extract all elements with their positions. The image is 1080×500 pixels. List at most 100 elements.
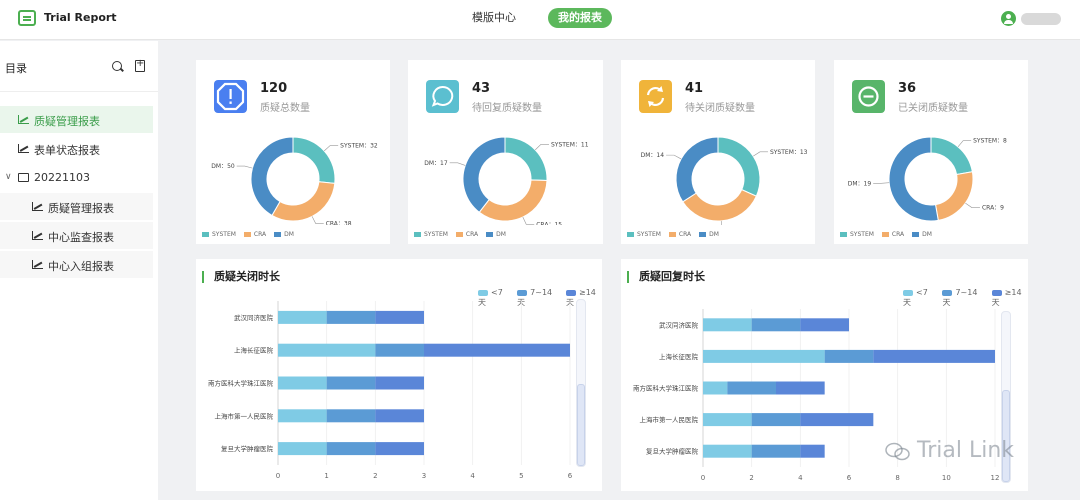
chart-zoom-handle[interactable] (577, 384, 585, 466)
pie-legend: SYSTEM CRA DM (840, 231, 932, 238)
sidebar-item-form-status[interactable]: 表单状态报表 (0, 135, 153, 162)
label-leader-line (522, 216, 535, 225)
donut-slice-system[interactable] (717, 136, 761, 197)
bar-segment[interactable] (375, 310, 424, 324)
bar-segment[interactable] (800, 413, 874, 427)
y-category-label: 上海长征医院 (659, 352, 699, 361)
tab-my-reports[interactable]: 我的报表 (548, 8, 612, 28)
x-tick-label: 0 (701, 474, 705, 482)
donut-slice-system[interactable] (292, 136, 336, 184)
legend-item[interactable]: SYSTEM (202, 231, 236, 238)
donut-slice-cra[interactable] (934, 171, 974, 221)
bar-segment[interactable] (727, 381, 776, 395)
x-tick-label: 2 (373, 472, 377, 480)
sidebar-subitem-site-enrollment[interactable]: 中心入组报表 (0, 251, 153, 278)
bar-segment[interactable] (703, 381, 728, 395)
bar-segment[interactable] (326, 310, 376, 324)
bar-segment[interactable] (751, 318, 801, 332)
bar-segment[interactable] (278, 442, 327, 456)
donut-data-label: DM：17 (424, 160, 448, 167)
sidebar-item-query-management[interactable]: 质疑管理报表 (0, 106, 153, 133)
line-chart-icon (18, 144, 29, 153)
top-header: Trial Report 模版中心 我的报表 (0, 0, 1080, 40)
bar-segment[interactable] (776, 381, 825, 395)
bar-segment[interactable] (375, 442, 424, 456)
sidebar-item-label: 中心入组报表 (48, 260, 114, 273)
line-chart-icon (18, 115, 29, 124)
legend-item[interactable]: CRA (668, 231, 691, 238)
legend-item[interactable]: CRA (881, 231, 904, 238)
sidebar-folder-20221103[interactable]: ∨ 20221103 (0, 164, 153, 191)
legend-item[interactable]: SYSTEM (627, 231, 661, 238)
bar-segment[interactable] (278, 343, 376, 357)
label-leader-line (753, 151, 768, 157)
chevron-down-icon[interactable]: ∨ (5, 172, 12, 182)
donut-data-label: SYSTEM：11 (551, 141, 589, 148)
label-leader-line (324, 145, 339, 152)
legend-item[interactable]: DM (486, 231, 506, 238)
search-icon[interactable] (112, 61, 122, 71)
user-avatar-icon[interactable] (1001, 11, 1016, 26)
bar-segment[interactable] (326, 442, 376, 456)
bar-segment[interactable] (703, 349, 825, 363)
donut-slice-cra[interactable] (271, 181, 336, 222)
sidebar-subitem-site-monitoring[interactable]: 中心监查报表 (0, 222, 153, 249)
line-chart-icon (32, 231, 43, 240)
legend-item[interactable]: CRA (455, 231, 478, 238)
donut-slice-dm[interactable] (888, 136, 939, 222)
label-leader-line (535, 143, 549, 151)
app-title: Trial Report (44, 11, 117, 24)
legend-item[interactable]: DM (912, 231, 932, 238)
bar-segment[interactable] (278, 310, 327, 324)
y-category-label: 上海市第一人民医院 (640, 415, 699, 424)
bar-segment[interactable] (703, 413, 752, 427)
label-leader-line (236, 165, 253, 169)
pie-legend: SYSTEM CRA DM (414, 231, 506, 238)
bar-segment[interactable] (751, 413, 801, 427)
directory-title: 目录 (5, 62, 27, 75)
chart-zoom-scrollbar[interactable] (576, 299, 586, 467)
label-leader-line (957, 140, 972, 148)
donut-slice-dm[interactable] (675, 136, 719, 203)
bar-segment[interactable] (278, 409, 327, 423)
bar-segment[interactable] (800, 318, 849, 332)
bar-segment[interactable] (703, 444, 752, 458)
y-category-label: 南方医科大学珠江医院 (633, 384, 699, 393)
legend-item[interactable]: DM (699, 231, 719, 238)
donut-slice-dm[interactable] (462, 136, 506, 213)
legend-item[interactable]: SYSTEM (840, 231, 874, 238)
stat-card: 36 已关闭质疑数量 SYSTEM：8 CRA：9 DM：19 SYSTEM CRA DM (834, 60, 1028, 244)
bar-segment[interactable] (751, 444, 801, 458)
legend-item[interactable]: SYSTEM (414, 231, 448, 238)
y-category-label: 武汉同济医院 (234, 313, 274, 322)
bar-segment[interactable] (375, 409, 424, 423)
folder-icon (18, 173, 29, 182)
add-file-icon[interactable] (135, 58, 145, 72)
alert-octagon-icon (214, 80, 247, 113)
bar-segment[interactable] (424, 343, 570, 357)
x-tick-label: 0 (276, 472, 280, 480)
donut-slice-dm[interactable] (250, 136, 294, 217)
bar-segment[interactable] (824, 349, 874, 363)
x-tick-label: 10 (942, 474, 951, 482)
bar-segment[interactable] (873, 349, 995, 363)
donut-data-label: DM：19 (848, 180, 872, 187)
bar-segment[interactable] (375, 376, 424, 390)
bar-segment[interactable] (800, 444, 825, 458)
bar-segment[interactable] (326, 376, 376, 390)
user-name-blurred[interactable] (1021, 13, 1061, 25)
legend-item[interactable]: CRA (243, 231, 266, 238)
donut-slice-system[interactable] (504, 136, 548, 182)
tab-template-center[interactable]: 模版中心 (462, 8, 526, 28)
bar-segment[interactable] (375, 343, 424, 357)
bar-segment[interactable] (326, 409, 376, 423)
donut-slice-system[interactable] (930, 136, 973, 176)
chart-zoom-handle[interactable] (1002, 390, 1010, 482)
app-logo-icon[interactable] (18, 10, 36, 26)
bar-segment[interactable] (278, 376, 327, 390)
sidebar-subitem-query-management[interactable]: 质疑管理报表 (0, 193, 153, 220)
bar-segment[interactable] (703, 318, 752, 332)
donut-slice-cra[interactable] (478, 179, 548, 222)
donut-chart: SYSTEM：11 CRA：15 DM：17 (424, 136, 589, 225)
legend-item[interactable]: DM (274, 231, 294, 238)
